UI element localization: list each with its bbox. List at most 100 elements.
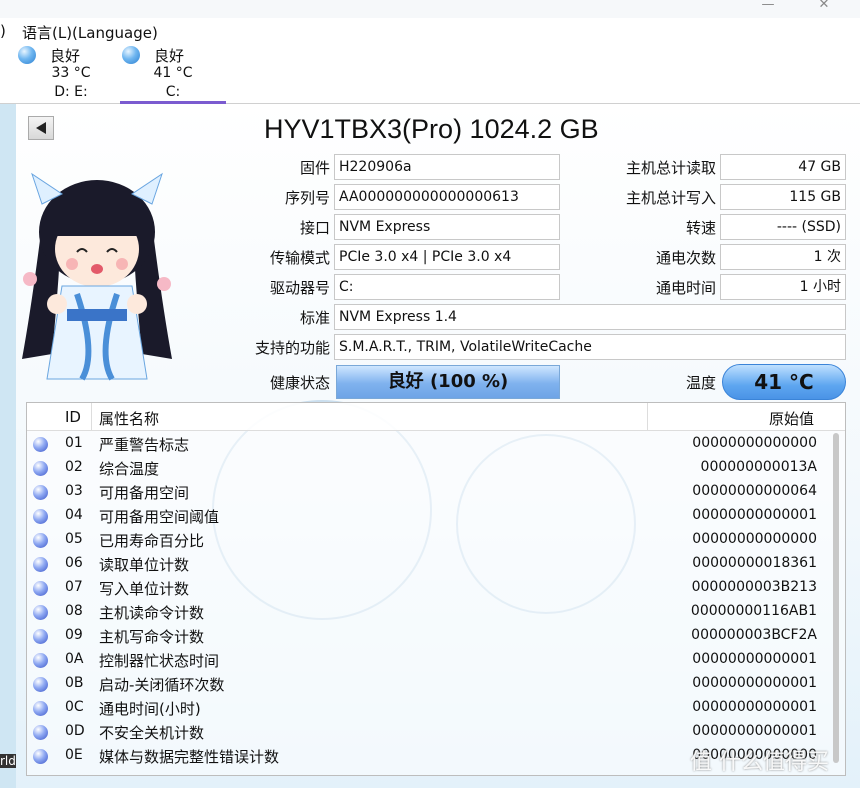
attribute-name: 可用备用空间 — [99, 484, 190, 502]
status-dot-icon — [33, 533, 48, 548]
host-reads-label: 主机总计读取 — [625, 159, 716, 177]
drive-letter-label: 驱动器号 — [269, 279, 330, 297]
interface-value: NVM Express — [334, 214, 560, 240]
attribute-raw-value: 00000000000001 — [692, 699, 817, 715]
drive-letters: C: — [165, 84, 181, 100]
attribute-raw-value: 00000000116AB1 — [690, 603, 817, 619]
attribute-name: 写入单位计数 — [99, 580, 190, 598]
status-dot-icon — [33, 461, 48, 476]
attribute-name: 已用寿命百分比 — [99, 532, 205, 550]
previous-disk-button[interactable] — [28, 116, 54, 140]
attribute-raw-value: 00000000000000 — [692, 531, 817, 547]
disk-model-title: HYV1TBX3(Pro) 1024.2 GB — [264, 114, 599, 144]
standard-label: 标准 — [299, 309, 330, 327]
host-reads-value: 47 GB — [720, 154, 846, 180]
attribute-name: 主机写命令计数 — [99, 628, 205, 646]
attribute-name: 不安全关机计数 — [99, 724, 205, 742]
attribute-name: 主机读命令计数 — [99, 604, 205, 622]
status-dot-icon — [33, 701, 48, 716]
status-dot-icon — [33, 437, 48, 452]
column-header-raw[interactable]: 原始值 — [769, 408, 814, 429]
attribute-raw-value: 00000000000064 — [692, 483, 817, 499]
attribute-id: 0B — [65, 675, 84, 691]
menu-item-language[interactable]: 语言(L)(Language) — [22, 22, 158, 43]
attribute-id: 0C — [65, 699, 84, 715]
attribute-name: 读取单位计数 — [99, 556, 190, 574]
features-value: S.M.A.R.T., TRIM, VolatileWriteCache — [334, 334, 846, 360]
mascot-character-icon — [22, 172, 172, 381]
power-count-value: 1 次 — [720, 244, 846, 270]
serial-label: 序列号 — [284, 189, 330, 207]
table-row[interactable]: 06 读取单位计数 00000000018361 — [27, 552, 827, 576]
column-header-id[interactable]: ID — [65, 408, 81, 426]
attribute-raw-value: 000000000013A — [700, 459, 817, 475]
features-label: 支持的功能 — [254, 339, 330, 357]
table-row[interactable]: 0B 启动-关闭循环次数 00000000000001 — [27, 672, 827, 696]
drive-temp: 33 °C — [51, 65, 91, 81]
power-hours-value: 1 小时 — [720, 274, 846, 300]
power-count-label: 通电次数 — [655, 249, 716, 267]
attribute-id: 01 — [65, 435, 83, 451]
table-row[interactable]: 05 已用寿命百分比 00000000000000 — [27, 528, 827, 552]
table-row[interactable]: 0A 控制器忙状态时间 00000000000001 — [27, 648, 827, 672]
table-row[interactable]: 09 主机写命令计数 000000003BCF2A — [27, 624, 827, 648]
health-good-icon — [122, 46, 140, 64]
attribute-name: 可用备用空间阈值 — [99, 508, 220, 526]
health-status-button[interactable]: 良好 (100 %) — [336, 365, 560, 399]
power-hours-label: 通电时间 — [655, 279, 716, 297]
close-icon[interactable]: ✕ — [814, 0, 834, 14]
minimize-icon[interactable]: — — [758, 0, 778, 14]
attribute-raw-value: 000000003BCF2A — [691, 627, 817, 643]
attribute-raw-value: 0000000003B213 — [691, 579, 817, 595]
standard-value: NVM Express 1.4 — [334, 304, 846, 330]
attribute-raw-value: 00000000018361 — [692, 555, 817, 571]
interface-label: 接口 — [299, 219, 330, 237]
transfer-mode-label: 传输模式 — [269, 249, 330, 267]
left-background-edge: rld — [0, 104, 16, 788]
drive-tab-d-e[interactable]: 良好 33 °C D: E: — [16, 44, 126, 104]
status-dot-icon — [33, 629, 48, 644]
drive-letters: D: E: — [54, 84, 88, 100]
column-divider — [91, 403, 92, 431]
table-row[interactable]: 01 严重警告标志 00000000000000 — [27, 432, 827, 456]
table-row[interactable]: 07 写入单位计数 0000000003B213 — [27, 576, 827, 600]
temperature-button[interactable]: 41 °C — [722, 364, 846, 400]
table-scrollbar[interactable] — [833, 433, 839, 763]
attribute-id: 0D — [65, 723, 85, 739]
drive-status: 良好 — [154, 47, 185, 65]
attribute-name: 严重警告标志 — [99, 436, 190, 454]
attribute-name: 启动-关闭循环次数 — [99, 676, 225, 694]
title-bar: — ✕ — [0, 0, 860, 18]
attribute-raw-value: 00000000000000 — [692, 435, 817, 451]
attribute-id: 09 — [65, 627, 83, 643]
attribute-id: 0A — [65, 651, 84, 667]
column-header-name[interactable]: 属性名称 — [99, 408, 159, 429]
attribute-id: 0E — [65, 747, 83, 763]
host-writes-value: 115 GB — [720, 184, 846, 210]
table-row[interactable]: 08 主机读命令计数 00000000116AB1 — [27, 600, 827, 624]
rotation-value: ---- (SSD) — [720, 214, 846, 240]
table-row[interactable]: 02 综合温度 000000000013A — [27, 456, 827, 480]
attribute-id: 08 — [65, 603, 83, 619]
attribute-name: 综合温度 — [99, 460, 160, 478]
disk-info-panel: HYV1TBX3(Pro) 1024.2 GB 固件 H220906a 序列号 … — [16, 104, 860, 788]
attribute-raw-value: 00000000000001 — [692, 675, 817, 691]
status-dot-icon — [33, 677, 48, 692]
smart-attributes-table: ID 属性名称 原始值 01 严重警告标志 00000000000000 02 综合温度… — [26, 402, 846, 776]
status-dot-icon — [33, 725, 48, 740]
attribute-raw-value: 00000000000001 — [692, 723, 817, 739]
table-row[interactable]: 03 可用备用空间 00000000000064 — [27, 480, 827, 504]
attribute-id: 03 — [65, 483, 83, 499]
edge-text: rld — [0, 754, 16, 768]
drive-tab-c[interactable]: 良好 41 °C C: — [120, 44, 226, 104]
watermark: 值 什么值得买 — [690, 750, 829, 775]
status-dot-icon — [33, 509, 48, 524]
health-label: 健康状态 — [269, 374, 330, 392]
menu-item-prev[interactable]: ) — [0, 22, 6, 40]
table-row[interactable]: 04 可用备用空间阈值 00000000000001 — [27, 504, 827, 528]
table-row[interactable]: 0C 通电时间(小时) 00000000000001 — [27, 696, 827, 720]
transfer-mode-value: PCIe 3.0 x4 | PCIe 3.0 x4 — [334, 244, 560, 270]
table-header: ID 属性名称 原始值 — [27, 403, 845, 431]
table-row[interactable]: 0D 不安全关机计数 00000000000001 — [27, 720, 827, 744]
status-dot-icon — [33, 653, 48, 668]
